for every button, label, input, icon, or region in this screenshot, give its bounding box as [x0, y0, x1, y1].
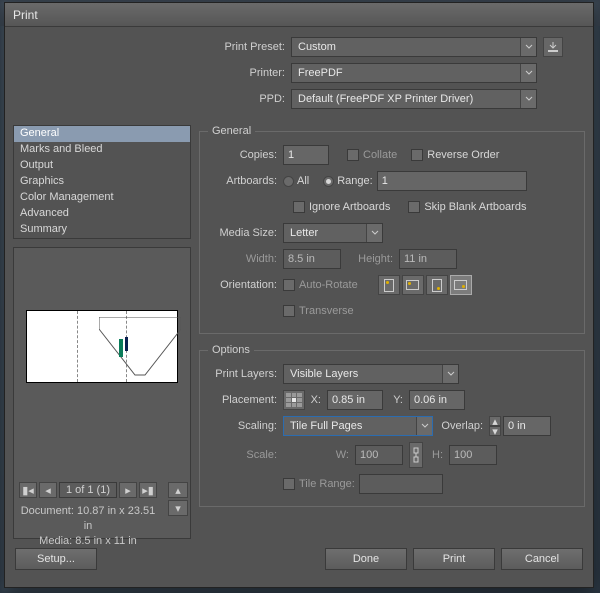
placement-x-input[interactable] — [327, 390, 383, 410]
media-size-select[interactable]: Letter — [283, 223, 383, 243]
tile-range-option: Tile Range: — [283, 478, 355, 490]
placement-label: Placement: — [208, 394, 283, 406]
zoom-out-icon[interactable]: ▾ — [168, 500, 188, 516]
media-size-label2: Media Size: — [208, 227, 283, 239]
skip-blank-option[interactable]: Skip Blank Artboards — [408, 201, 526, 213]
chevron-down-icon — [520, 64, 536, 82]
preview-panel: ▮◂ ◂ 1 of 1 (1) ▸ ▸▮ Document: 10.87 in … — [13, 247, 191, 539]
orientation-label: Orientation: — [208, 279, 283, 291]
save-preset-icon[interactable] — [543, 37, 563, 57]
copies-label: Copies: — [208, 149, 283, 161]
collate-option: Collate — [347, 149, 397, 161]
ppd-label: PPD: — [17, 93, 291, 105]
transverse-option: Transverse — [283, 305, 354, 317]
reverse-checkbox[interactable] — [411, 149, 423, 161]
chevron-down-icon — [442, 365, 458, 383]
x-label: X: — [305, 394, 327, 406]
print-layers-label: Print Layers: — [208, 368, 283, 380]
orient-landscape-right[interactable] — [450, 275, 472, 295]
print-preset-select[interactable]: Custom — [291, 37, 537, 57]
placement-grid[interactable] — [283, 390, 305, 410]
nav-next-icon[interactable]: ▸ — [119, 482, 137, 498]
nav-prev-icon[interactable]: ◂ — [39, 482, 57, 498]
scaling-select[interactable]: Tile Full Pages — [283, 416, 433, 436]
category-summary[interactable]: Summary — [14, 222, 190, 238]
orient-portrait-down[interactable] — [426, 275, 448, 295]
nav-page-display: 1 of 1 (1) — [59, 482, 117, 498]
category-graphics[interactable]: Graphics — [14, 174, 190, 190]
category-color-management[interactable]: Color Management — [14, 190, 190, 206]
general-group: General Copies: Collate Reverse Order Ar… — [199, 125, 585, 334]
width-input — [283, 249, 341, 269]
dialog-footer: Setup... Done Print Cancel — [13, 539, 585, 579]
nav-first-icon[interactable]: ▮◂ — [19, 482, 37, 498]
ignore-checkbox[interactable] — [293, 201, 305, 213]
orient-portrait-up[interactable] — [378, 275, 400, 295]
print-layers-select[interactable]: Visible Layers — [283, 364, 459, 384]
overlap-label: Overlap: — [433, 420, 489, 432]
auto-rotate-option: Auto-Rotate — [283, 279, 358, 291]
overlap-input[interactable] — [503, 416, 551, 436]
printer-select[interactable]: FreePDF — [291, 63, 537, 83]
chevron-down-icon — [416, 417, 432, 435]
print-dialog: Print Print Preset: Custom Printer: Free… — [4, 2, 594, 588]
chevron-down-icon — [520, 90, 536, 108]
dialog-title: Print — [13, 8, 38, 22]
scale-h-label: H: — [429, 449, 449, 461]
tile-range-input — [359, 474, 443, 494]
height-label: Height: — [341, 253, 399, 265]
overlap-stepper[interactable]: ▴▾ — [489, 416, 501, 436]
category-marks-bleed[interactable]: Marks and Bleed — [14, 142, 190, 158]
artboards-all[interactable]: All — [283, 175, 309, 187]
nav-last-icon[interactable]: ▸▮ — [139, 482, 157, 498]
range-input[interactable] — [377, 171, 527, 191]
category-general[interactable]: General — [14, 126, 190, 142]
height-input — [399, 249, 457, 269]
doc-size-label: Document: 10.87 in x 23.51 in — [16, 504, 160, 534]
ppd-select[interactable]: Default (FreePDF XP Printer Driver) — [291, 89, 537, 109]
preview-artboard — [26, 310, 178, 383]
collate-checkbox — [347, 149, 359, 161]
general-legend: General — [208, 125, 255, 137]
scale-h-input — [449, 445, 497, 465]
reverse-option[interactable]: Reverse Order — [411, 149, 499, 161]
scale-label: Scale: — [208, 449, 283, 461]
scale-w-input — [355, 445, 403, 465]
options-group: Options Print Layers: Visible Layers Pla… — [199, 344, 585, 507]
link-icon[interactable] — [409, 442, 423, 468]
y-label: Y: — [383, 394, 409, 406]
copies-input[interactable] — [283, 145, 329, 165]
presets-area: Print Preset: Custom Printer: FreePDF PP… — [13, 33, 585, 125]
orient-landscape-left[interactable] — [402, 275, 424, 295]
printer-value: FreePDF — [298, 67, 343, 79]
skip-checkbox[interactable] — [408, 201, 420, 213]
chevron-down-icon — [520, 38, 536, 56]
options-legend: Options — [208, 344, 254, 356]
ignore-artboards-option[interactable]: Ignore Artboards — [293, 201, 390, 213]
category-list: General Marks and Bleed Output Graphics … — [13, 125, 191, 239]
scaling-label: Scaling: — [208, 420, 283, 432]
printer-label: Printer: — [17, 67, 291, 79]
chevron-down-icon — [366, 224, 382, 242]
print-preset-value: Custom — [298, 41, 336, 53]
scale-w-label: W: — [331, 449, 355, 461]
category-advanced[interactable]: Advanced — [14, 206, 190, 222]
print-preset-label: Print Preset: — [17, 41, 291, 53]
category-output[interactable]: Output — [14, 158, 190, 174]
width-label: Width: — [208, 253, 283, 265]
dialog-titlebar: Print — [5, 3, 593, 27]
artboards-label: Artboards: — [208, 175, 283, 187]
placement-y-input[interactable] — [409, 390, 465, 410]
preview-canvas — [20, 254, 184, 472]
ppd-value: Default (FreePDF XP Printer Driver) — [298, 93, 473, 105]
setup-button[interactable]: Setup... — [15, 548, 97, 570]
cancel-button[interactable]: Cancel — [501, 548, 583, 570]
print-button[interactable]: Print — [413, 548, 495, 570]
artboards-range[interactable]: Range: — [323, 175, 372, 187]
zoom-in-icon[interactable]: ▴ — [168, 482, 188, 498]
done-button[interactable]: Done — [325, 548, 407, 570]
